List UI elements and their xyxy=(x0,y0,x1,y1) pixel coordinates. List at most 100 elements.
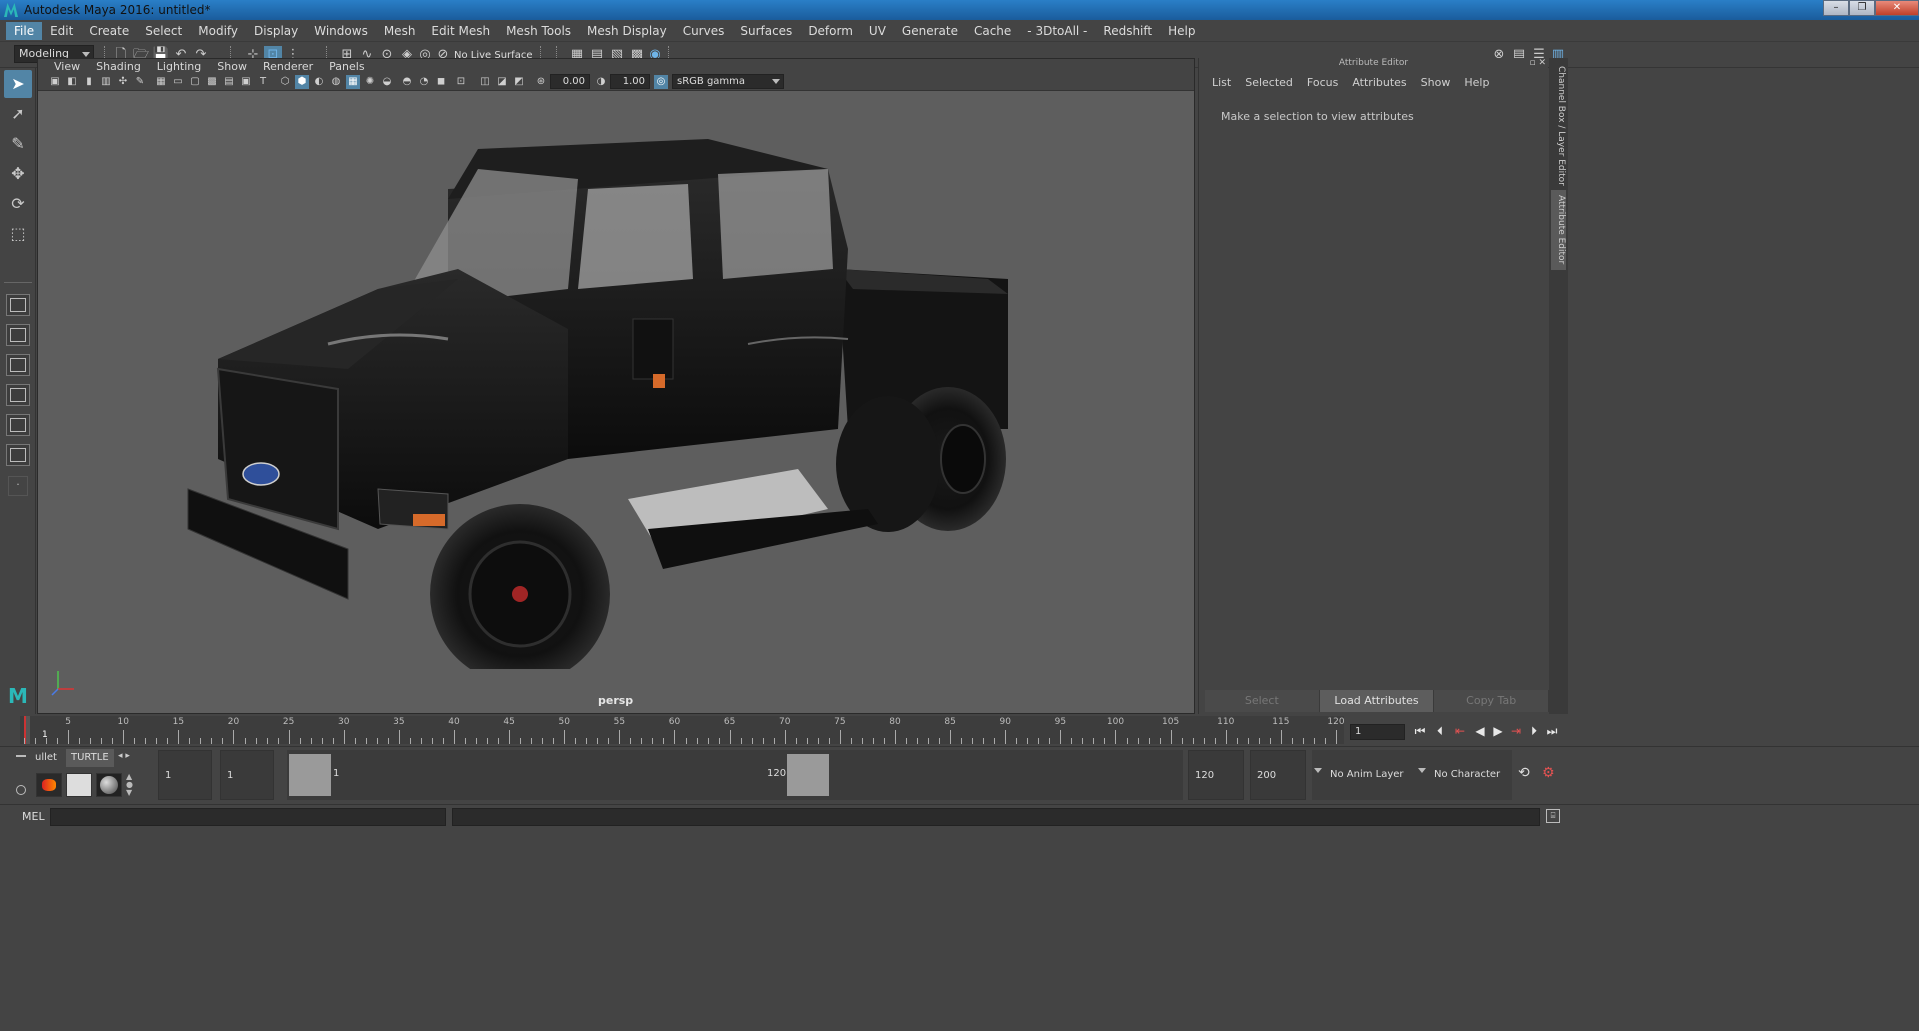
menu-mesh-display[interactable]: Mesh Display xyxy=(579,22,675,40)
safe-action-icon[interactable]: ▣ xyxy=(239,75,253,89)
menu-cache[interactable]: Cache xyxy=(966,22,1019,40)
color-management-icon[interactable]: ◎ xyxy=(654,75,668,89)
attr-menu-list[interactable]: List xyxy=(1205,76,1238,89)
attr-menu-help[interactable]: Help xyxy=(1457,76,1496,89)
anim-layer-dropdown[interactable]: No Anim Layer xyxy=(1312,750,1422,800)
attr-menu-show[interactable]: Show xyxy=(1414,76,1458,89)
range-slider[interactable]: 1 120 xyxy=(287,750,1183,800)
gate-mask-icon[interactable]: ▩ xyxy=(205,75,219,89)
menu-create[interactable]: Create xyxy=(81,22,137,40)
film-gate-icon[interactable]: ▭ xyxy=(171,75,185,89)
menu-edit-mesh[interactable]: Edit Mesh xyxy=(423,22,498,40)
close-panel-icon[interactable]: ✕ xyxy=(1538,58,1546,68)
exposure-icon[interactable]: ⊛ xyxy=(534,75,548,89)
current-frame-field[interactable]: 1 xyxy=(1350,724,1405,740)
menu-display[interactable]: Display xyxy=(246,22,306,40)
shelf-menu-icon[interactable] xyxy=(16,755,26,757)
attr-menu-attributes[interactable]: Attributes xyxy=(1345,76,1413,89)
menu-redshift[interactable]: Redshift xyxy=(1095,22,1160,40)
wireframe-icon[interactable]: ⬡ xyxy=(278,75,292,89)
menu-surfaces[interactable]: Surfaces xyxy=(732,22,800,40)
play-forward-icon[interactable]: ▶ xyxy=(1490,722,1506,740)
select-tool-icon[interactable]: ➤ xyxy=(4,70,32,98)
wireframe-on-shaded-icon[interactable]: ◍ xyxy=(329,75,343,89)
menu-edit[interactable]: Edit xyxy=(42,22,81,40)
shelf-scroll-arrows-icon[interactable]: ▲ ● ▼ xyxy=(126,773,133,797)
range-start-handle[interactable] xyxy=(289,754,331,796)
viewport-menu-renderer[interactable]: Renderer xyxy=(255,60,321,73)
range-end-handle[interactable] xyxy=(787,754,829,796)
use-all-lights-icon[interactable]: ✺ xyxy=(363,75,377,89)
float-panel-icon[interactable]: ▫ xyxy=(1529,58,1535,68)
attr-menu-selected[interactable]: Selected xyxy=(1238,76,1300,89)
command-language-label[interactable]: MEL xyxy=(22,810,45,823)
outliner-persp-layout-icon[interactable] xyxy=(6,444,30,466)
turtle-sphere-icon[interactable] xyxy=(96,773,122,797)
paint-select-tool-icon[interactable]: ✎ xyxy=(4,130,32,158)
maya-home-icon[interactable]: M xyxy=(4,684,32,710)
shelf-scroll-icon[interactable]: ◂ ▸ xyxy=(118,751,130,761)
more-layouts-icon[interactable]: · xyxy=(8,476,28,496)
persp-graph-layout-icon[interactable] xyxy=(6,384,30,406)
rotate-tool-icon[interactable]: ⟳ xyxy=(4,190,32,218)
anti-aliasing-icon[interactable]: ◼ xyxy=(434,75,448,89)
menu-curves[interactable]: Curves xyxy=(675,22,733,40)
xray-components-icon[interactable]: ◩ xyxy=(512,75,526,89)
minimize-button[interactable]: – xyxy=(1823,0,1849,16)
lasso-tool-icon[interactable]: ➚ xyxy=(4,100,32,128)
menu-help[interactable]: Help xyxy=(1160,22,1203,40)
go-to-end-icon[interactable]: ⏭ xyxy=(1544,722,1560,740)
single-view-layout-icon[interactable] xyxy=(6,294,30,316)
tab-attribute-editor[interactable]: Attribute Editor xyxy=(1551,190,1566,270)
step-forward-key-icon[interactable]: ⇥ xyxy=(1508,722,1524,740)
step-back-icon[interactable]: ⏴ xyxy=(1432,722,1448,740)
playback-start-field[interactable]: 1 xyxy=(220,750,274,800)
truck-3d-model[interactable] xyxy=(148,129,1028,669)
gamma-field[interactable]: 1.00 xyxy=(610,74,650,89)
grease-pencil-icon[interactable]: ✎ xyxy=(133,75,147,89)
menu-mesh-tools[interactable]: Mesh Tools xyxy=(498,22,579,40)
menu-3dtoall[interactable]: - 3DtoAll - xyxy=(1019,22,1095,40)
move-tool-icon[interactable]: ✥ xyxy=(4,160,32,188)
tab-channel-box[interactable]: Channel Box / Layer Editor xyxy=(1551,66,1566,186)
viewport-menu-panels[interactable]: Panels xyxy=(321,60,372,73)
gamma-icon[interactable]: ◑ xyxy=(594,75,608,89)
step-forward-icon[interactable]: ⏵ xyxy=(1526,722,1542,740)
menu-mesh[interactable]: Mesh xyxy=(376,22,424,40)
character-set-dropdown[interactable]: No Character Set xyxy=(1416,750,1512,830)
menu-windows[interactable]: Windows xyxy=(306,22,376,40)
attr-menu-focus[interactable]: Focus xyxy=(1300,76,1345,89)
auto-key-icon[interactable]: ⟲ xyxy=(1518,765,1530,781)
shelf-tab-bullet[interactable]: ullet xyxy=(30,749,62,767)
shadows-icon[interactable]: ◒ xyxy=(380,75,394,89)
persp-outliner-layout-icon[interactable] xyxy=(6,354,30,376)
viewport-menu-shading[interactable]: Shading xyxy=(88,60,149,73)
go-to-start-icon[interactable]: ⏮ xyxy=(1412,722,1428,740)
copy-tab-button[interactable]: Copy Tab xyxy=(1434,690,1550,712)
anim-start-field[interactable]: 1 xyxy=(158,750,212,800)
time-slider[interactable]: 1 5 10 15 20 25 30 35 40 45 50 55 60 65 70 75 80 85 90 95 1… xyxy=(0,716,1919,746)
xray-icon[interactable]: ◫ xyxy=(478,75,492,89)
close-button[interactable]: ✕ xyxy=(1875,0,1919,16)
xray-joints-icon[interactable]: ◪ xyxy=(495,75,509,89)
load-attributes-button[interactable]: Load Attributes xyxy=(1319,690,1435,712)
viewport-menu-lighting[interactable]: Lighting xyxy=(149,60,209,73)
grid-toggle-icon[interactable]: ▦ xyxy=(154,75,168,89)
color-space-dropdown[interactable]: sRGB gamma xyxy=(672,74,784,89)
motion-blur-icon[interactable]: ◔ xyxy=(417,75,431,89)
resolution-gate-icon[interactable]: ▢ xyxy=(188,75,202,89)
menu-generate[interactable]: Generate xyxy=(894,22,966,40)
four-view-layout-icon[interactable] xyxy=(6,324,30,346)
2d-pan-zoom-icon[interactable]: ✣ xyxy=(116,75,130,89)
safe-title-icon[interactable]: T xyxy=(256,75,270,89)
menu-file[interactable]: File xyxy=(6,21,43,40)
shelf-settings-icon[interactable] xyxy=(16,785,26,795)
play-backward-icon[interactable]: ◀ xyxy=(1472,722,1488,740)
anim-preferences-icon[interactable]: ⚙ xyxy=(1542,765,1555,781)
textured-icon[interactable]: ▦ xyxy=(346,75,360,89)
viewport-panel[interactable]: View Shading Lighting Show Renderer Pane… xyxy=(37,58,1195,714)
viewport-menu-show[interactable]: Show xyxy=(209,60,255,73)
default-material-icon[interactable]: ◐ xyxy=(312,75,326,89)
exposure-field[interactable]: 0.00 xyxy=(550,74,590,89)
turtle-bake-icon[interactable] xyxy=(66,773,92,797)
